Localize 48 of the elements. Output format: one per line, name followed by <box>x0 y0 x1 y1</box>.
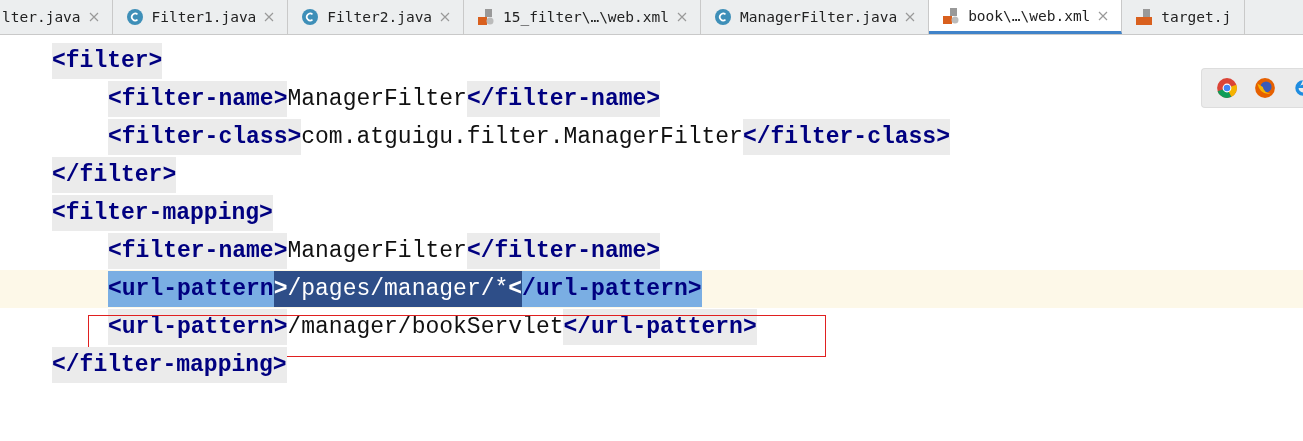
firefox-icon[interactable] <box>1254 77 1276 99</box>
tag-value: /pages/manager/* <box>287 271 509 307</box>
xml-tag: < <box>508 271 523 307</box>
tag-value: /manager/bookServlet <box>287 313 564 342</box>
tag-value: ManagerFilter <box>287 237 467 266</box>
close-icon[interactable] <box>677 12 687 22</box>
editor-tab[interactable]: Filter2.java <box>288 0 465 34</box>
tab-label: book\…\web.xml <box>968 7 1091 24</box>
editor-tab[interactable]: target.j <box>1122 0 1246 34</box>
close-icon[interactable] <box>1098 10 1109 21</box>
xml-tag: </filter-name> <box>466 81 661 117</box>
class-icon <box>714 8 732 26</box>
xml-tag: </filter-mapping> <box>52 347 287 383</box>
xml-tag: </filter-name> <box>466 233 661 269</box>
xml-tag: <filter-name> <box>108 81 288 117</box>
tag-value: ManagerFilter <box>287 85 467 114</box>
xml-tag: </filter> <box>52 157 177 193</box>
xml-tag: <url-pattern> <box>108 309 288 345</box>
editor-tab[interactable]: lter.java <box>0 0 113 34</box>
close-icon[interactable] <box>88 12 99 22</box>
tab-label: Filter2.java <box>327 9 433 25</box>
tab-label: Filter1.java <box>151 9 257 25</box>
tab-label: ManagerFilter.java <box>740 9 898 25</box>
ie-icon[interactable] <box>1292 77 1303 99</box>
jsp-file-icon <box>1135 8 1154 26</box>
xml-tag: <filter> <box>52 43 163 79</box>
close-icon[interactable] <box>440 12 451 22</box>
xml-tag: </url-pattern> <box>563 309 757 345</box>
tab-label: 15_filter\…\web.xml <box>503 9 669 25</box>
xml-file-icon <box>477 8 496 26</box>
editor-tab[interactable]: 15_filter\…\web.xml <box>464 0 701 34</box>
class-icon <box>125 8 144 26</box>
xml-tag: <filter-mapping> <box>52 195 273 231</box>
xml-tag: <filter-class> <box>108 119 302 155</box>
xml-tag: /url-pattern> <box>522 271 702 307</box>
editor-tab[interactable]: Filter1.java <box>112 0 289 34</box>
tab-label: lter.java <box>2 9 81 25</box>
close-icon[interactable] <box>905 12 916 22</box>
xml-tag: <url-pattern <box>108 271 274 307</box>
xml-file-icon <box>942 6 961 25</box>
class-icon <box>301 8 320 26</box>
xml-tag: </filter-class> <box>742 119 950 155</box>
tag-value: com.atguigu.filter.ManagerFilter <box>301 123 743 152</box>
editor-tab[interactable]: book\…\web.xml <box>929 0 1123 34</box>
close-icon[interactable] <box>264 12 275 22</box>
chrome-icon[interactable] <box>1216 77 1238 99</box>
xml-tag: <filter-name> <box>108 233 288 269</box>
tab-label: target.j <box>1161 9 1232 25</box>
